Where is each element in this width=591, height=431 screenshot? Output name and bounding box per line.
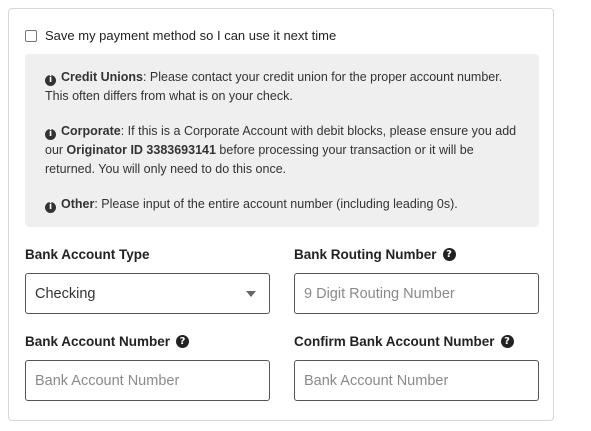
info-icon: i — [45, 75, 56, 86]
account-type-label-text: Bank Account Type — [25, 247, 150, 262]
routing-number-input[interactable]: 9 Digit Routing Number — [294, 273, 539, 314]
confirm-account-number-label: Confirm Bank Account Number ? — [294, 334, 514, 349]
confirm-account-number-label-text: Confirm Bank Account Number — [294, 334, 495, 349]
other-title: Other — [61, 197, 95, 211]
save-payment-label[interactable]: Save my payment method so I can use it n… — [45, 28, 336, 43]
info-icon: i — [45, 202, 56, 213]
chevron-down-icon[interactable] — [246, 291, 256, 297]
corporate-title: Corporate — [61, 124, 121, 138]
account-type-select[interactable]: Checking — [25, 273, 270, 314]
account-info-panel: i Credit Unions: Please contact your cred… — [25, 54, 539, 227]
confirm-account-number-placeholder: Bank Account Number — [304, 372, 449, 389]
credit-union-title: Credit Unions — [61, 70, 143, 84]
account-number-input[interactable]: Bank Account Number — [25, 360, 270, 401]
other-notice: i Other: Please input of the entire accou… — [45, 195, 519, 214]
question-circle-icon[interactable]: ? — [176, 335, 190, 348]
credit-union-notice: i Credit Unions: Please contact your cred… — [45, 68, 519, 106]
payment-form-card: Save my payment method so I can use it n… — [8, 8, 554, 421]
save-payment-row[interactable]: Save my payment method so I can use it n… — [25, 28, 336, 43]
info-icon: i — [45, 129, 56, 140]
account-number-label: Bank Account Number ? — [25, 334, 190, 349]
corporate-notice: i Corporate: If this is a Corporate Accou… — [45, 122, 519, 179]
routing-number-label: Bank Routing Number ? — [294, 247, 456, 262]
confirm-account-number-input[interactable]: Bank Account Number — [294, 360, 539, 401]
routing-number-placeholder: 9 Digit Routing Number — [304, 285, 455, 302]
save-payment-checkbox[interactable] — [25, 29, 37, 42]
account-number-label-text: Bank Account Number — [25, 334, 171, 349]
account-number-placeholder: Bank Account Number — [35, 372, 180, 389]
question-circle-icon[interactable]: ? — [500, 335, 514, 348]
originator-id: Originator ID 3383693141 — [66, 143, 216, 157]
account-type-value: Checking — [35, 285, 96, 302]
routing-number-label-text: Bank Routing Number — [294, 247, 437, 262]
account-type-label: Bank Account Type — [25, 247, 150, 262]
question-circle-icon[interactable]: ? — [442, 248, 456, 261]
other-text: : Please input of the entire account num… — [94, 197, 458, 211]
